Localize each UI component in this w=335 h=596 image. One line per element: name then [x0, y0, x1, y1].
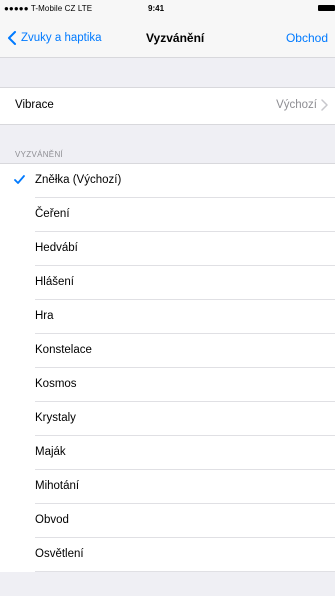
ringtone-label: Konstelace [35, 344, 92, 356]
store-button[interactable]: Obchod [286, 31, 328, 45]
ringtone-row[interactable]: Kosmos [0, 368, 335, 402]
vibration-label: Vibrace [15, 99, 54, 111]
chevron-left-icon [8, 31, 16, 45]
ringtone-row[interactable]: Hra [0, 300, 335, 334]
vibration-row[interactable]: Vibrace Výchozí [0, 88, 335, 124]
ringtone-label: Čeření [35, 208, 70, 220]
ringtone-row[interactable]: Konstelace [0, 334, 335, 368]
ringtone-row[interactable]: Hedvábí [0, 232, 335, 266]
navigation-bar: Zvuky a haptika Vyzvánění Obchod [0, 17, 335, 58]
ringtone-row[interactable]: Čeření [0, 198, 335, 232]
ringtone-row[interactable]: Zněłka (Výchozí) [0, 164, 335, 198]
checkmark-icon [14, 175, 25, 184]
status-bar: ●●●●● T-Mobile CZ LTE 9:41 [0, 0, 335, 17]
ringtone-label: Maják [35, 446, 66, 458]
ringtone-row[interactable]: Hlášení [0, 266, 335, 300]
ringtone-label: Zněłka (Výchozí) [35, 174, 122, 186]
clock: 9:41 [148, 4, 165, 13]
chevron-right-icon [321, 99, 328, 111]
ringtone-label: Mihotání [35, 480, 80, 492]
ringtones-list: Zněłka (Výchozí) Čeření Hedvábí Hlášení Hra K… [0, 163, 335, 572]
ringtone-label: Osvětlení [35, 548, 84, 560]
ringtone-label: Hedvábí [35, 242, 78, 254]
ringtone-row[interactable]: Mihotání [0, 470, 335, 504]
ringtone-label: Kosmos [35, 378, 77, 390]
ringtone-label: Krystaly [35, 412, 76, 424]
back-button-label: Zvuky a haptika [21, 32, 102, 44]
ringtone-row[interactable]: Osvětlení [0, 538, 335, 572]
page-title: Vyzvánění [146, 31, 205, 45]
battery-icon [318, 5, 335, 11]
ringtone-row[interactable]: Krystaly [0, 402, 335, 436]
ringtone-label: Hlášení [35, 276, 74, 288]
ringtones-section-header: VYZVÁNĚNÍ [15, 150, 64, 159]
carrier-label: ●●●●● T-Mobile CZ LTE [4, 4, 93, 13]
row-divider [35, 571, 335, 572]
ringtone-row[interactable]: Obvod [0, 504, 335, 538]
vibration-value: Výchozí [276, 99, 317, 111]
back-button[interactable]: Zvuky a haptika [6, 31, 102, 45]
ringtone-label: Hra [35, 310, 54, 322]
ringtone-label: Obvod [35, 514, 69, 526]
vibration-group: Vibrace Výchozí [0, 87, 335, 125]
ringtone-row[interactable]: Maják [0, 436, 335, 470]
